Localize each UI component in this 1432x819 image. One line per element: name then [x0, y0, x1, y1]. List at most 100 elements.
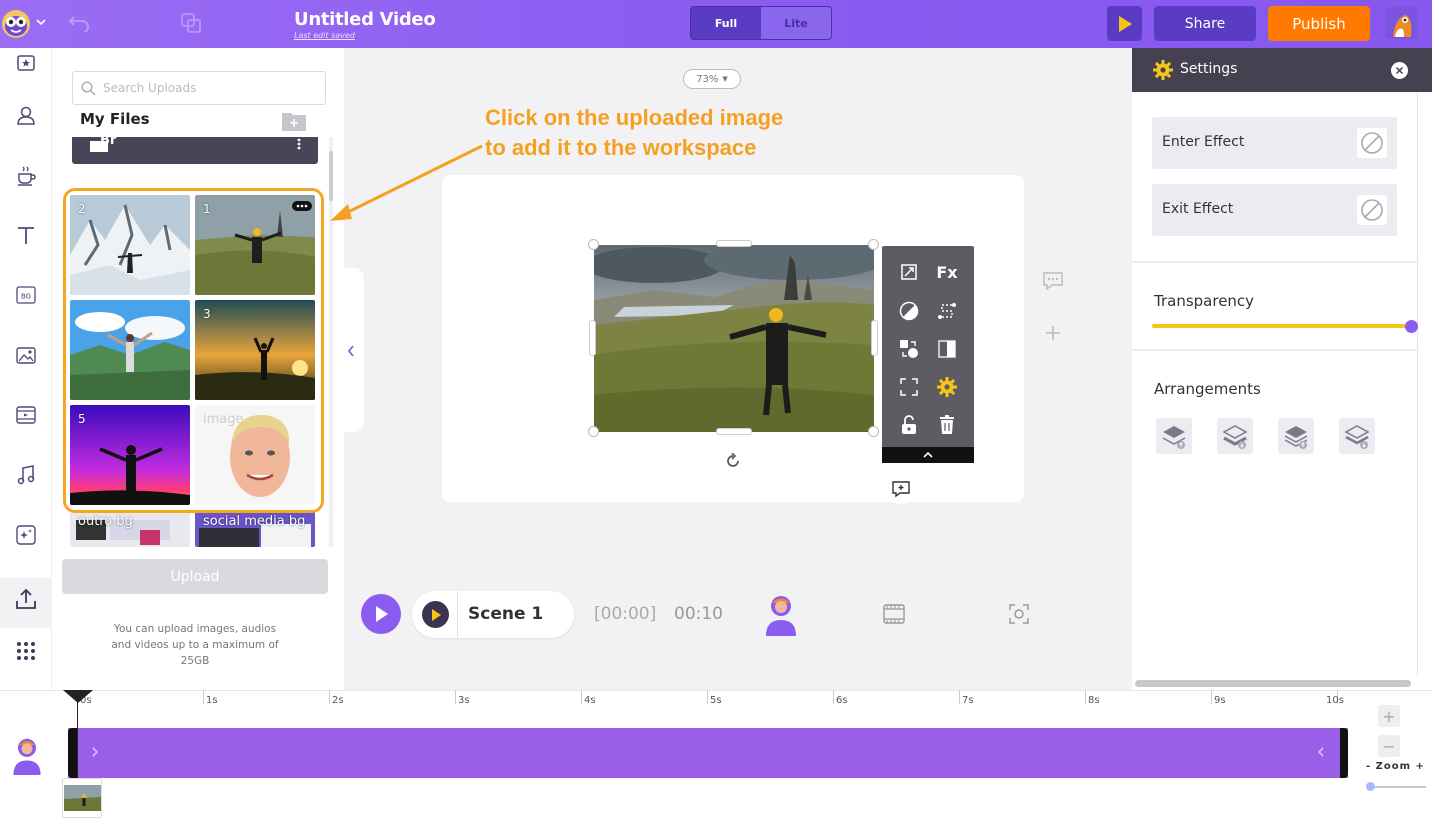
- bring-to-front-button[interactable]: [1156, 418, 1192, 454]
- resize-handle[interactable]: [588, 239, 599, 250]
- settings-scrollbar[interactable]: [1135, 680, 1411, 687]
- upload-thumb[interactable]: social media bg: [195, 510, 315, 547]
- undo-icon[interactable]: [68, 12, 90, 32]
- delete-icon[interactable]: [935, 413, 959, 437]
- upload-thumb[interactable]: outro bg: [70, 510, 190, 547]
- effects-icon[interactable]: [11, 520, 41, 550]
- swap-icon[interactable]: [897, 337, 921, 361]
- svg-text:BG: BG: [21, 293, 31, 301]
- search-input[interactable]: Search Uploads: [72, 71, 326, 105]
- background-icon[interactable]: BG: [11, 280, 41, 310]
- crop-icon[interactable]: [897, 260, 921, 284]
- mode-lite-button[interactable]: Lite: [761, 7, 831, 39]
- play-all-button[interactable]: [361, 594, 401, 634]
- video-icon[interactable]: [11, 400, 41, 430]
- uploads-panel: Search Uploads My Files Br 2 1 3 5 image…: [52, 48, 344, 690]
- scene-label: Scene 1: [468, 604, 544, 624]
- collapse-panel-tab[interactable]: [344, 268, 364, 432]
- publish-button[interactable]: Publish: [1268, 6, 1370, 41]
- resize-handle[interactable]: [716, 428, 752, 435]
- new-folder-button[interactable]: [281, 110, 307, 132]
- timeline-tick-label: 3s: [458, 695, 470, 706]
- props-icon[interactable]: [11, 160, 41, 190]
- play-icon: [1118, 15, 1132, 32]
- no-effect-icon[interactable]: [1357, 195, 1387, 225]
- resize-handle[interactable]: [588, 426, 599, 437]
- canvas-zoom-dropdown[interactable]: 73% ▼: [683, 69, 741, 89]
- transparency-label: Transparency: [1154, 292, 1255, 310]
- enter-effect-row[interactable]: Enter Effect: [1152, 117, 1397, 169]
- clip-thumbnail[interactable]: [62, 778, 102, 818]
- send-backward-button[interactable]: [1339, 418, 1375, 454]
- close-icon[interactable]: [1391, 62, 1408, 79]
- character-track-icon[interactable]: [11, 737, 43, 775]
- send-to-back-button[interactable]: [1217, 418, 1253, 454]
- comment-icon[interactable]: [1042, 271, 1064, 291]
- resize-handle[interactable]: [868, 239, 879, 250]
- track-trim-right[interactable]: [1340, 728, 1348, 778]
- duplicate-icon[interactable]: [180, 12, 202, 34]
- preview-button[interactable]: [1107, 6, 1142, 41]
- last-edit-status[interactable]: Last edit saved: [294, 31, 355, 40]
- flip-icon[interactable]: [935, 337, 959, 361]
- timeline-zoom-slider[interactable]: [1368, 786, 1426, 788]
- folder-name: Br: [100, 133, 117, 148]
- scene-video-icon[interactable]: [883, 603, 905, 625]
- settings-gear-icon[interactable]: [935, 375, 959, 399]
- timeline-tick-label: 8s: [1088, 695, 1100, 706]
- resize-handle[interactable]: [589, 320, 596, 356]
- settings-header: Settings: [1132, 48, 1432, 92]
- resize-handle[interactable]: [871, 320, 878, 356]
- fx-button[interactable]: Fx: [935, 260, 959, 284]
- resize-handle[interactable]: [868, 426, 879, 437]
- music-icon[interactable]: [11, 460, 41, 490]
- folder-menu-icon[interactable]: [296, 137, 302, 151]
- character-icon[interactable]: [764, 594, 798, 636]
- images-icon[interactable]: [11, 340, 41, 370]
- upload-icon[interactable]: [11, 584, 41, 614]
- characters-icon[interactable]: [11, 100, 41, 130]
- annotation-line: to add it to the workspace: [485, 135, 757, 160]
- unlock-icon[interactable]: [897, 413, 921, 437]
- scene-selector[interactable]: Scene 1: [412, 591, 574, 638]
- fit-icon[interactable]: [897, 375, 921, 399]
- timeline-tick-label: 2s: [332, 695, 344, 706]
- scene-track[interactable]: [68, 728, 1348, 778]
- video-title[interactable]: Untitled Video: [294, 9, 436, 30]
- bring-forward-button[interactable]: [1278, 418, 1314, 454]
- screenshot-icon[interactable]: [1008, 603, 1030, 625]
- motion-path-icon[interactable]: [935, 299, 959, 323]
- timeline-tick: [581, 690, 582, 704]
- transparency-slider[interactable]: [1152, 324, 1414, 328]
- playhead-line: [77, 696, 78, 778]
- mode-full-button[interactable]: Full: [691, 7, 761, 39]
- app-logo-icon[interactable]: [0, 6, 36, 42]
- upload-button[interactable]: Upload: [62, 559, 328, 594]
- exit-effect-row[interactable]: Exit Effect: [1152, 184, 1397, 236]
- zoom-out-button[interactable]: −: [1378, 735, 1400, 757]
- templates-icon[interactable]: [11, 48, 41, 78]
- scene-play-button[interactable]: [422, 601, 449, 628]
- settings-title: Settings: [1180, 61, 1238, 77]
- chevron-down-icon[interactable]: [36, 18, 46, 26]
- timeline-tick: [707, 690, 708, 704]
- timeline-zoom-slider-knob[interactable]: [1366, 782, 1375, 791]
- send-backward-icon: [1344, 425, 1370, 449]
- playhead[interactable]: [63, 690, 93, 703]
- text-icon[interactable]: [11, 220, 41, 250]
- resize-handle[interactable]: [716, 240, 752, 247]
- upload-note: You can upload images, audios and videos…: [111, 623, 279, 667]
- zoom-in-button[interactable]: +: [1378, 705, 1400, 727]
- share-button[interactable]: Share: [1154, 6, 1256, 41]
- transparency-slider-knob[interactable]: [1405, 320, 1418, 333]
- no-effect-icon[interactable]: [1357, 128, 1387, 158]
- selected-image[interactable]: [594, 245, 874, 432]
- rotate-icon[interactable]: [725, 453, 741, 469]
- timeline-tick-label: 4s: [584, 695, 596, 706]
- user-avatar[interactable]: [1385, 7, 1417, 39]
- timeline-tick: [833, 690, 834, 704]
- more-apps-icon[interactable]: [11, 636, 41, 666]
- filter-icon[interactable]: [897, 299, 921, 323]
- toolbox-collapse-button[interactable]: [882, 447, 974, 463]
- add-icon[interactable]: [1045, 325, 1061, 341]
